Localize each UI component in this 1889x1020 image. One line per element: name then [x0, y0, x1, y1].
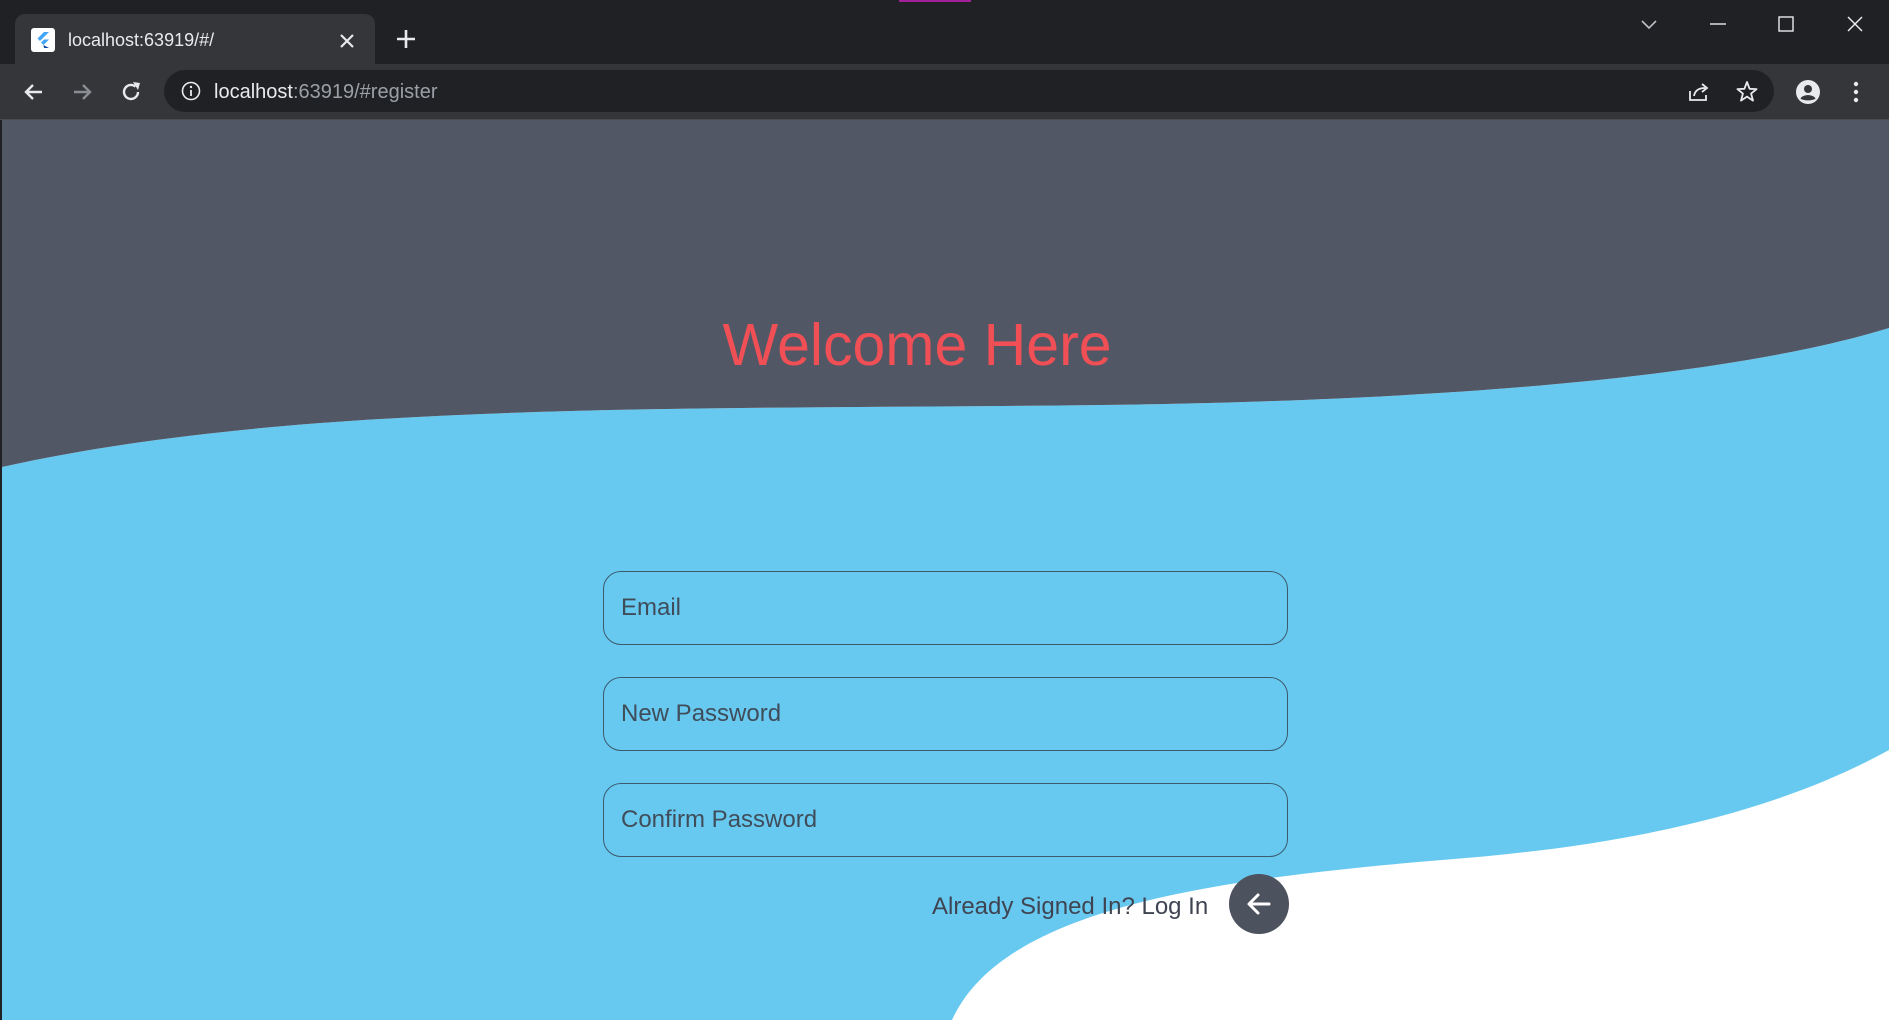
share-icon[interactable] [1686, 79, 1712, 105]
kebab-menu-icon[interactable] [1843, 79, 1869, 105]
address-bar[interactable]: localhost:63919/#register [164, 70, 1774, 112]
close-window-icon[interactable] [1842, 12, 1868, 38]
login-link[interactable]: Already Signed In? Log In [932, 892, 1208, 922]
email-field[interactable] [603, 571, 1288, 645]
back-arrow-icon[interactable] [21, 79, 47, 105]
browser-window: localhost:63919/#/ localhost:63919/#regi… [0, 0, 1889, 1020]
reload-icon[interactable] [118, 79, 144, 105]
background-waves [2, 120, 1889, 1020]
register-page: Welcome Here Already Signed In? Log In [2, 120, 1889, 1020]
left-arrow-icon [1247, 893, 1271, 915]
star-icon[interactable] [1734, 79, 1760, 105]
new-tab-icon[interactable] [393, 26, 419, 52]
back-to-login-button[interactable] [1229, 874, 1289, 934]
url-text[interactable]: localhost:63919/#register [214, 81, 437, 103]
url-path: :63919/#register [292, 81, 438, 103]
browser-tab[interactable]: localhost:63919/#/ [15, 14, 375, 64]
confirm-password-field[interactable] [603, 783, 1288, 857]
url-host: localhost [214, 81, 293, 103]
email-input[interactable] [604, 572, 1287, 644]
flutter-icon [31, 28, 55, 52]
tab-title: localhost:63919/#/ [68, 30, 215, 50]
tab-strip-accent [899, 0, 971, 2]
minimize-icon[interactable] [1705, 12, 1731, 38]
welcome-title: Welcome Here [722, 312, 1112, 378]
forward-arrow-icon[interactable] [69, 79, 95, 105]
new-password-input[interactable] [604, 678, 1287, 750]
info-icon[interactable] [180, 80, 202, 102]
tab-strip: localhost:63919/#/ [0, 0, 1889, 64]
maximize-icon[interactable] [1773, 12, 1799, 38]
new-password-field[interactable] [603, 677, 1288, 751]
browser-toolbar: localhost:63919/#register [0, 64, 1889, 120]
close-tab-icon[interactable] [336, 30, 358, 52]
confirm-password-input[interactable] [604, 784, 1287, 856]
tab-search-icon[interactable] [1636, 12, 1662, 38]
profile-icon[interactable] [1795, 79, 1821, 105]
